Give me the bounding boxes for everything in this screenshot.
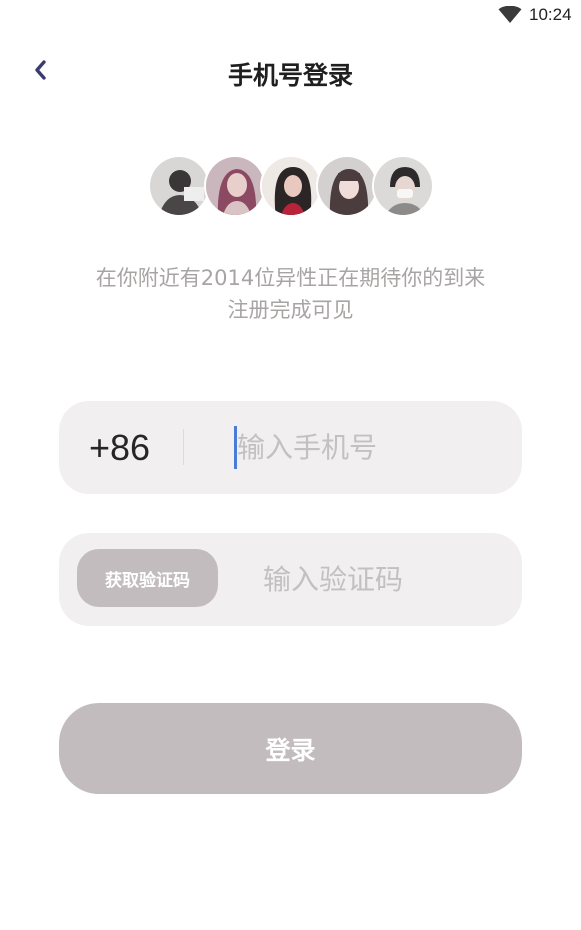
subtitle: 在你附近有2014位异性正在期待你的到来 注册完成可见 bbox=[0, 262, 581, 326]
avatar bbox=[204, 155, 266, 217]
avatar-group bbox=[148, 155, 434, 219]
avatar bbox=[316, 155, 378, 217]
avatar bbox=[148, 155, 210, 217]
country-code[interactable]: +86 bbox=[89, 427, 150, 469]
page-title: 手机号登录 bbox=[227, 61, 353, 90]
subtitle-line: 注册完成可见 bbox=[227, 298, 354, 322]
code-field: 获取验证码 bbox=[59, 533, 522, 626]
status-bar: 10:24 bbox=[0, 0, 581, 32]
phone-field: +86 bbox=[59, 401, 522, 494]
divider bbox=[183, 429, 184, 465]
avatar bbox=[260, 155, 322, 217]
avatar bbox=[372, 155, 434, 217]
header: 手机号登录 bbox=[0, 44, 581, 104]
code-input[interactable] bbox=[263, 559, 503, 599]
status-time: 10:24 bbox=[529, 5, 572, 24]
login-button[interactable]: 登录 bbox=[59, 703, 522, 794]
get-code-button[interactable]: 获取验证码 bbox=[77, 549, 218, 607]
phone-input[interactable] bbox=[237, 427, 507, 467]
wifi-icon bbox=[498, 5, 522, 24]
subtitle-line: 在你附近有2014位异性正在期待你的到来 bbox=[95, 266, 486, 290]
